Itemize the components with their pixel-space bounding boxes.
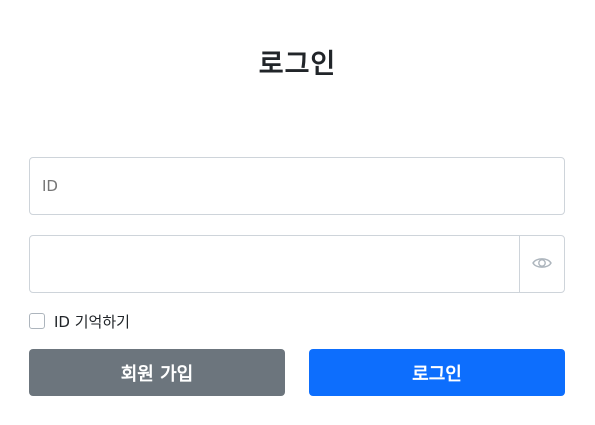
password-input[interactable] [30, 236, 519, 292]
remember-id-label[interactable]: ID 기억하기 [54, 311, 130, 332]
page-title: 로그인 [258, 49, 337, 80]
signup-button[interactable]: 회원 가입 [29, 349, 285, 396]
id-input[interactable] [30, 158, 564, 214]
login-button[interactable]: 로그인 [309, 349, 565, 396]
login-page: 로그인 ID 기억하기 회원 가입 로그인 [0, 0, 595, 425]
remember-id-checkbox[interactable] [29, 313, 45, 329]
password-toggle-button[interactable] [519, 236, 564, 292]
eye-icon [532, 255, 552, 274]
id-field-container [29, 157, 565, 215]
password-field-container [29, 235, 565, 293]
remember-id-row: ID 기억하기 [29, 311, 130, 331]
